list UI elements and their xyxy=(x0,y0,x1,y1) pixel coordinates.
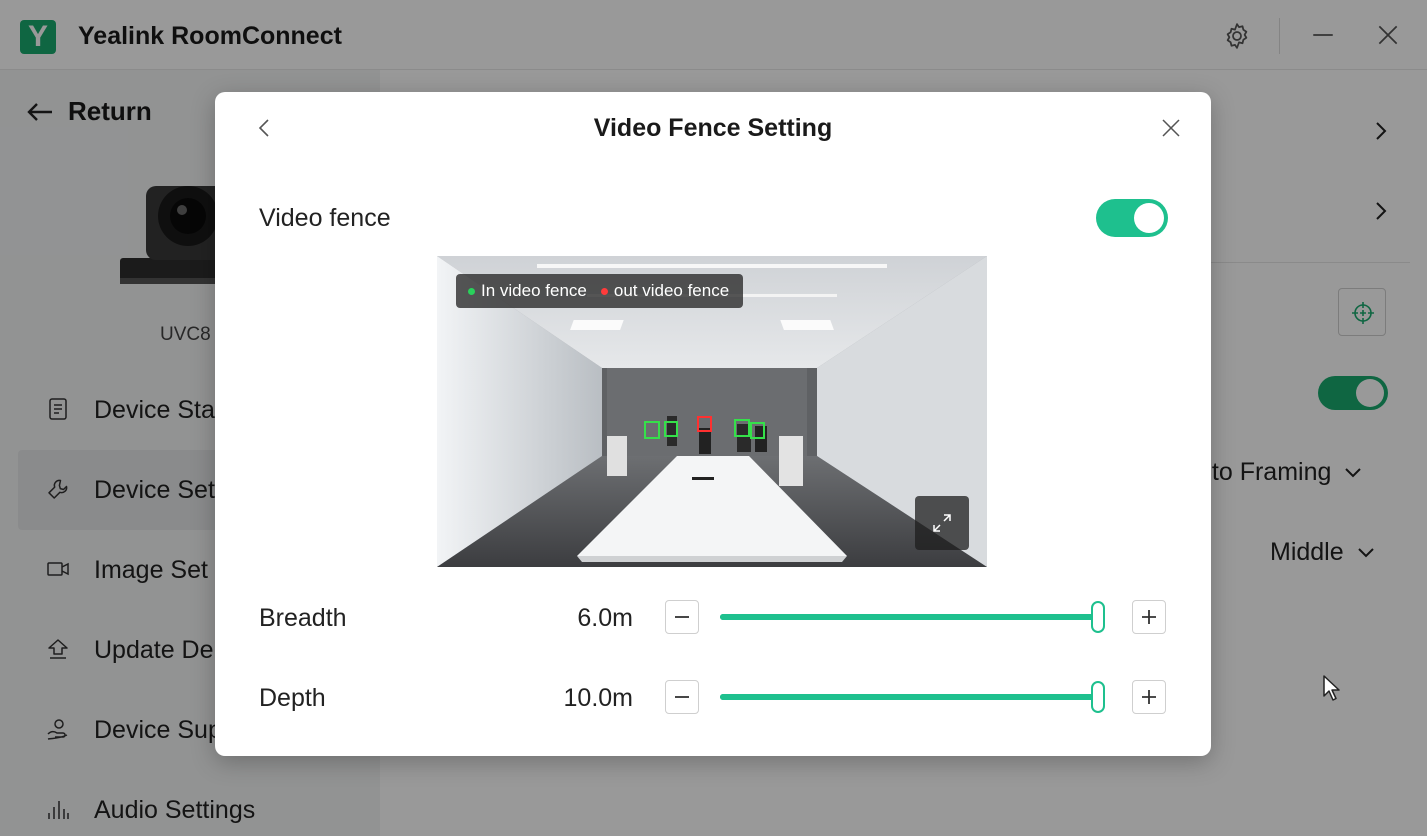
video-fence-dialog: Video Fence Setting Video fence In video… xyxy=(215,92,1211,756)
depth-slider[interactable] xyxy=(720,681,1105,713)
plus-icon xyxy=(1142,610,1156,624)
breadth-slider-handle[interactable] xyxy=(1091,601,1105,633)
in-fence-dot-icon xyxy=(468,287,475,295)
legend-out-label: out video fence xyxy=(613,281,730,300)
breadth-increase-button[interactable] xyxy=(1132,600,1166,634)
minus-icon xyxy=(675,696,689,698)
depth-decrease-button[interactable] xyxy=(665,680,699,714)
depth-slider-handle[interactable] xyxy=(1091,681,1105,713)
close-icon[interactable] xyxy=(1159,116,1183,140)
fullscreen-button[interactable] xyxy=(915,496,969,550)
breadth-label: Breadth xyxy=(259,604,347,632)
mouse-cursor-icon xyxy=(1323,675,1340,701)
legend-in-label: In video fence xyxy=(481,281,587,300)
video-fence-label: Video fence xyxy=(259,204,391,232)
depth-slider-fill xyxy=(720,694,1105,700)
video-fence-toggle[interactable] xyxy=(1096,199,1168,237)
breadth-decrease-button[interactable] xyxy=(665,600,699,634)
breadth-value: 6.0m xyxy=(577,604,633,632)
minus-icon xyxy=(675,616,689,618)
breadth-slider-fill xyxy=(720,614,1105,620)
depth-value: 10.0m xyxy=(563,684,633,712)
expand-icon xyxy=(933,514,951,532)
camera-preview: In video fence out video fence xyxy=(437,256,987,567)
depth-label: Depth xyxy=(259,684,326,712)
plus-icon xyxy=(1142,690,1156,704)
depth-increase-button[interactable] xyxy=(1132,680,1166,714)
dialog-title: Video Fence Setting xyxy=(593,114,833,142)
out-fence-dot-icon xyxy=(600,287,608,295)
fence-legend: In video fence out video fence xyxy=(456,274,744,308)
breadth-slider[interactable] xyxy=(720,601,1105,633)
